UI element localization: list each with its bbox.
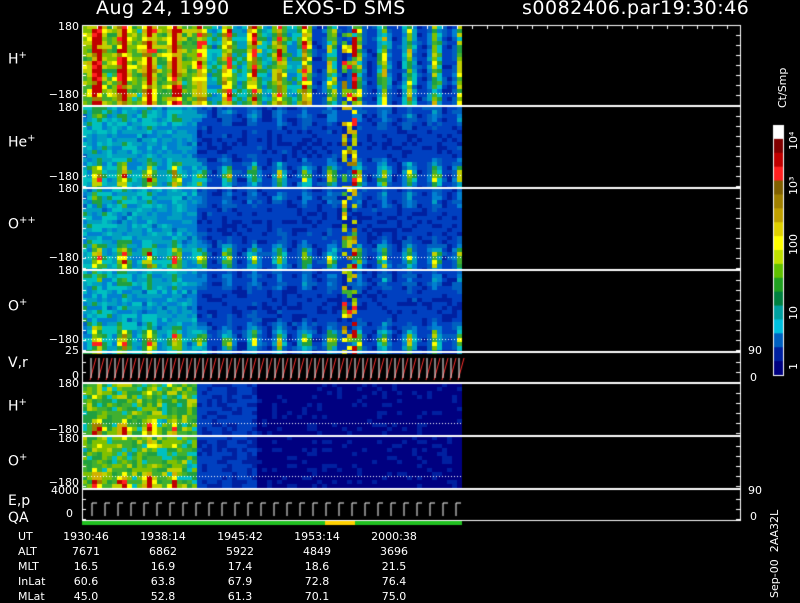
colorbar-tick: 10 — [787, 306, 800, 320]
panel-label-7: E,p — [8, 493, 30, 509]
axis-value: 1930:46 — [63, 530, 109, 543]
colorbar-tick: 100 — [787, 234, 800, 255]
axis-row-label: UT — [18, 530, 33, 543]
panel-right-tick-bottom: 0 — [750, 371, 757, 384]
panel-right-tick-top: 90 — [748, 344, 762, 357]
axis-value: 7671 — [72, 545, 100, 558]
axis-value: 63.8 — [150, 575, 176, 588]
axis-value: 6862 — [149, 545, 177, 558]
axis-row-label: MLat — [18, 590, 45, 603]
panel-label-text: O — [8, 453, 20, 470]
panel-right-tick-bottom: 0 — [750, 510, 757, 523]
panel-label-2: O++ — [8, 215, 36, 233]
axis-value: 16.9 — [150, 560, 176, 573]
panel-label-text: He — [8, 134, 28, 151]
panel-label-text: O — [8, 216, 20, 233]
plot-time: 19:30:46 — [660, 0, 750, 19]
axis-row-label: MLT — [18, 560, 39, 573]
panel-label-charge: + — [19, 452, 28, 463]
panel-ytick-top: 4000 — [51, 484, 79, 497]
axis-value: 72.8 — [304, 575, 330, 588]
panel-ytick-top: 25 — [65, 344, 79, 357]
panel-label-3: O+ — [8, 297, 27, 315]
axis-value: 3696 — [380, 545, 408, 558]
colorbar-tick: 10³ — [787, 176, 800, 195]
panel-label-6: O+ — [8, 452, 27, 470]
panel-label-charge: + — [18, 50, 27, 61]
panel-label-1: He+ — [8, 133, 36, 151]
spectrogram-canvas — [0, 0, 800, 600]
panel-ytick-top: 180 — [58, 101, 79, 114]
panel-label-text: E,p — [8, 493, 31, 509]
axis-value: 21.5 — [381, 560, 407, 573]
axis-value: 18.6 — [304, 560, 330, 573]
file-name: s0082406.par — [522, 0, 661, 19]
colorbar-unit: Ct/Smp — [776, 67, 789, 108]
axis-value: 60.6 — [73, 575, 99, 588]
axis-value: 1945:42 — [217, 530, 263, 543]
axis-value: 2000:38 — [371, 530, 417, 543]
axis-row-label: InLat — [18, 575, 46, 588]
panel-ytick-top: 180 — [58, 264, 79, 277]
axis-value: 17.4 — [227, 560, 253, 573]
panel-label-charge: ++ — [19, 215, 36, 226]
axis-value: 45.0 — [73, 590, 99, 603]
panel-label-4: V,r — [8, 355, 28, 371]
axis-value: 4849 — [303, 545, 331, 558]
qa-zero: 0 — [66, 507, 73, 520]
axis-value: 76.4 — [381, 575, 407, 588]
panel-ytick-bottom: −180 — [48, 251, 79, 264]
axis-value: 75.0 — [381, 590, 407, 603]
axis-value: 16.5 — [73, 560, 99, 573]
panel-label-0: H+ — [8, 50, 27, 68]
axis-row-label: ALT — [18, 545, 37, 558]
panel-label-charge: + — [18, 397, 27, 408]
colorbar-tick: 1 — [787, 363, 800, 370]
axis-value: 61.3 — [227, 590, 253, 603]
panel-ytick-top: 180 — [58, 432, 79, 445]
instrument-name: EXOS-D SMS — [282, 0, 406, 19]
axis-value: 1938:14 — [140, 530, 186, 543]
colorbar-tick: 10⁴ — [787, 131, 800, 150]
panel-label-charge: + — [19, 297, 28, 308]
plot-date: Aug 24, 1990 — [96, 0, 230, 19]
axis-value: 5922 — [226, 545, 254, 558]
panel-ytick-top: 180 — [58, 20, 79, 33]
panel-ytick-top: 180 — [58, 377, 79, 390]
panel-label-charge: + — [27, 133, 36, 144]
panel-label-5: H+ — [8, 397, 27, 415]
panel-label-text: H — [8, 398, 19, 415]
panel-right-tick-top: 90 — [748, 484, 762, 497]
side-note: Sep-00 2AA32L — [768, 509, 781, 598]
panel-label-text: H — [8, 51, 19, 68]
panel-ytick-bottom: −180 — [48, 88, 79, 101]
qa-label: QA — [8, 510, 29, 526]
axis-value: 67.9 — [227, 575, 253, 588]
axis-value: 52.8 — [150, 590, 176, 603]
axis-value: 70.1 — [304, 590, 330, 603]
panel-ytick-top: 180 — [58, 182, 79, 195]
axis-value: 1953:14 — [294, 530, 340, 543]
panel-label-text: V,r — [8, 355, 28, 371]
panel-label-text: O — [8, 298, 20, 315]
